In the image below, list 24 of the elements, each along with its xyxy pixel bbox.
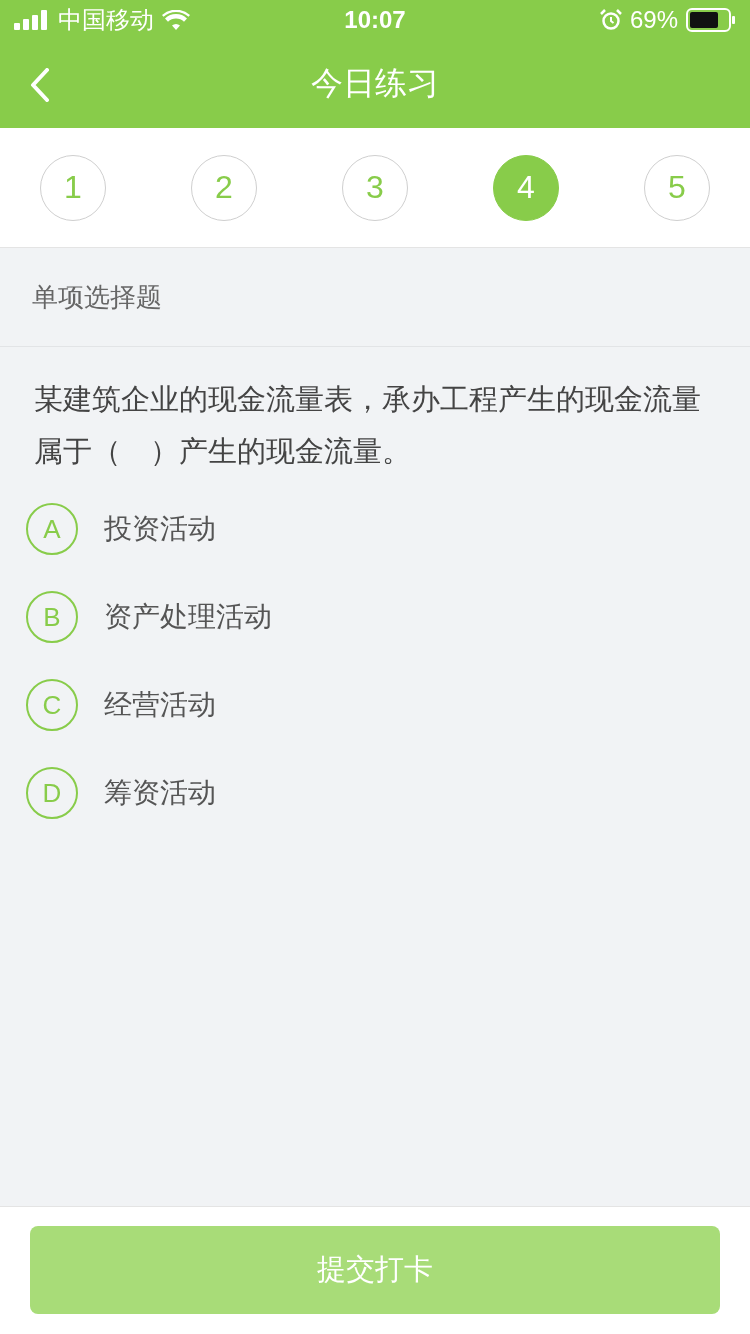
wifi-icon [162,10,190,30]
question-text: 某建筑企业的现金流量表，承办工程产生的现金流量属于（ ）产生的现金流量。 [33,381,702,470]
carrier-name: 中国移动 [58,5,154,35]
question-number[interactable]: 1 [40,154,106,221]
answer-option[interactable]: A 投资活动 [26,485,750,573]
option-letter: B [26,591,78,643]
question-number[interactable]: 4 [493,154,559,221]
clock-time: 10:07 [344,6,406,34]
answer-option[interactable]: C 经营活动 [26,661,750,749]
option-letter: A [26,503,78,555]
question-type: 单项选择题 [32,280,162,314]
question-number[interactable]: 2 [191,154,257,221]
battery-icon [686,8,736,32]
answer-option[interactable]: D 筹资活动 [26,749,750,837]
question-number[interactable]: 3 [342,154,408,221]
question-number[interactable]: 5 [644,154,710,221]
alarm-icon [599,9,622,31]
option-letter: C [26,679,78,731]
signal-icon [14,10,50,30]
back-icon [30,68,50,102]
answer-option[interactable]: B 资产处理活动 [26,573,750,661]
page-title: 今日练习 [311,63,439,104]
option-letter: D [26,767,78,819]
battery-percent: 69% [629,6,678,34]
